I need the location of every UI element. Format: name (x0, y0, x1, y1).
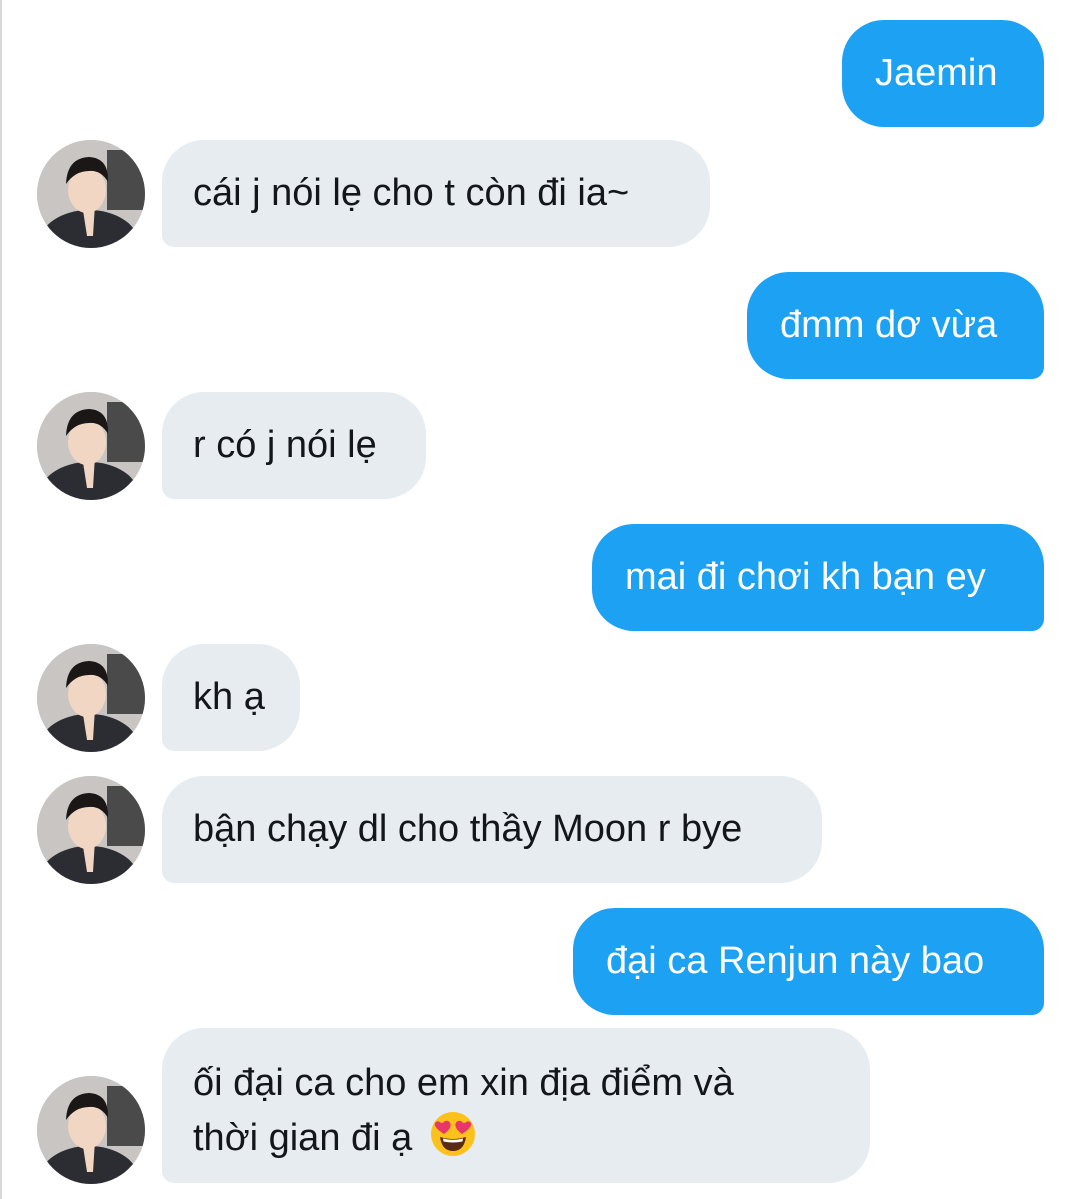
outgoing-message[interactable]: mai đi chơi kh bạn ey (592, 524, 1044, 631)
avatar[interactable] (37, 644, 145, 752)
message-text-line: ối đại ca cho em xin địa điểm và (193, 1062, 734, 1104)
message-text: mai đi chơi kh bạn ey (625, 556, 986, 598)
message-text: cái j nói lẹ cho t còn đi ia~ (193, 172, 630, 214)
message-text: Jaemin (875, 52, 998, 94)
avatar[interactable] (37, 140, 145, 248)
message-text: đmm dơ vừa (780, 304, 998, 346)
message-text: r có j nói lẹ (193, 424, 377, 466)
incoming-message[interactable]: cái j nói lẹ cho t còn đi ia~ (162, 140, 710, 247)
incoming-message[interactable]: r có j nói lẹ (162, 392, 426, 499)
avatar[interactable] (37, 392, 145, 500)
avatar[interactable] (37, 776, 145, 884)
message-text: đại ca Renjun này bao (606, 940, 985, 982)
message-text: thời gian đi ạ (193, 1117, 413, 1159)
outgoing-message[interactable]: đại ca Renjun này bao (573, 908, 1044, 1015)
message-text-line: thời gian đi ạ (193, 1110, 840, 1161)
outgoing-message[interactable]: đmm dơ vừa (747, 272, 1044, 379)
message-text: kh ạ (193, 676, 265, 718)
incoming-message[interactable]: ối đại ca cho em xin địa điểm và thời gi… (162, 1028, 870, 1183)
heart-eyes-emoji-icon (429, 1110, 477, 1158)
outgoing-message[interactable]: Jaemin (842, 20, 1044, 127)
left-edge-divider (0, 0, 2, 1199)
message-text: bận chạy dl cho thầy Moon r bye (193, 808, 743, 850)
avatar[interactable] (37, 1076, 145, 1184)
incoming-message[interactable]: kh ạ (162, 644, 300, 751)
incoming-message[interactable]: bận chạy dl cho thầy Moon r bye (162, 776, 822, 883)
